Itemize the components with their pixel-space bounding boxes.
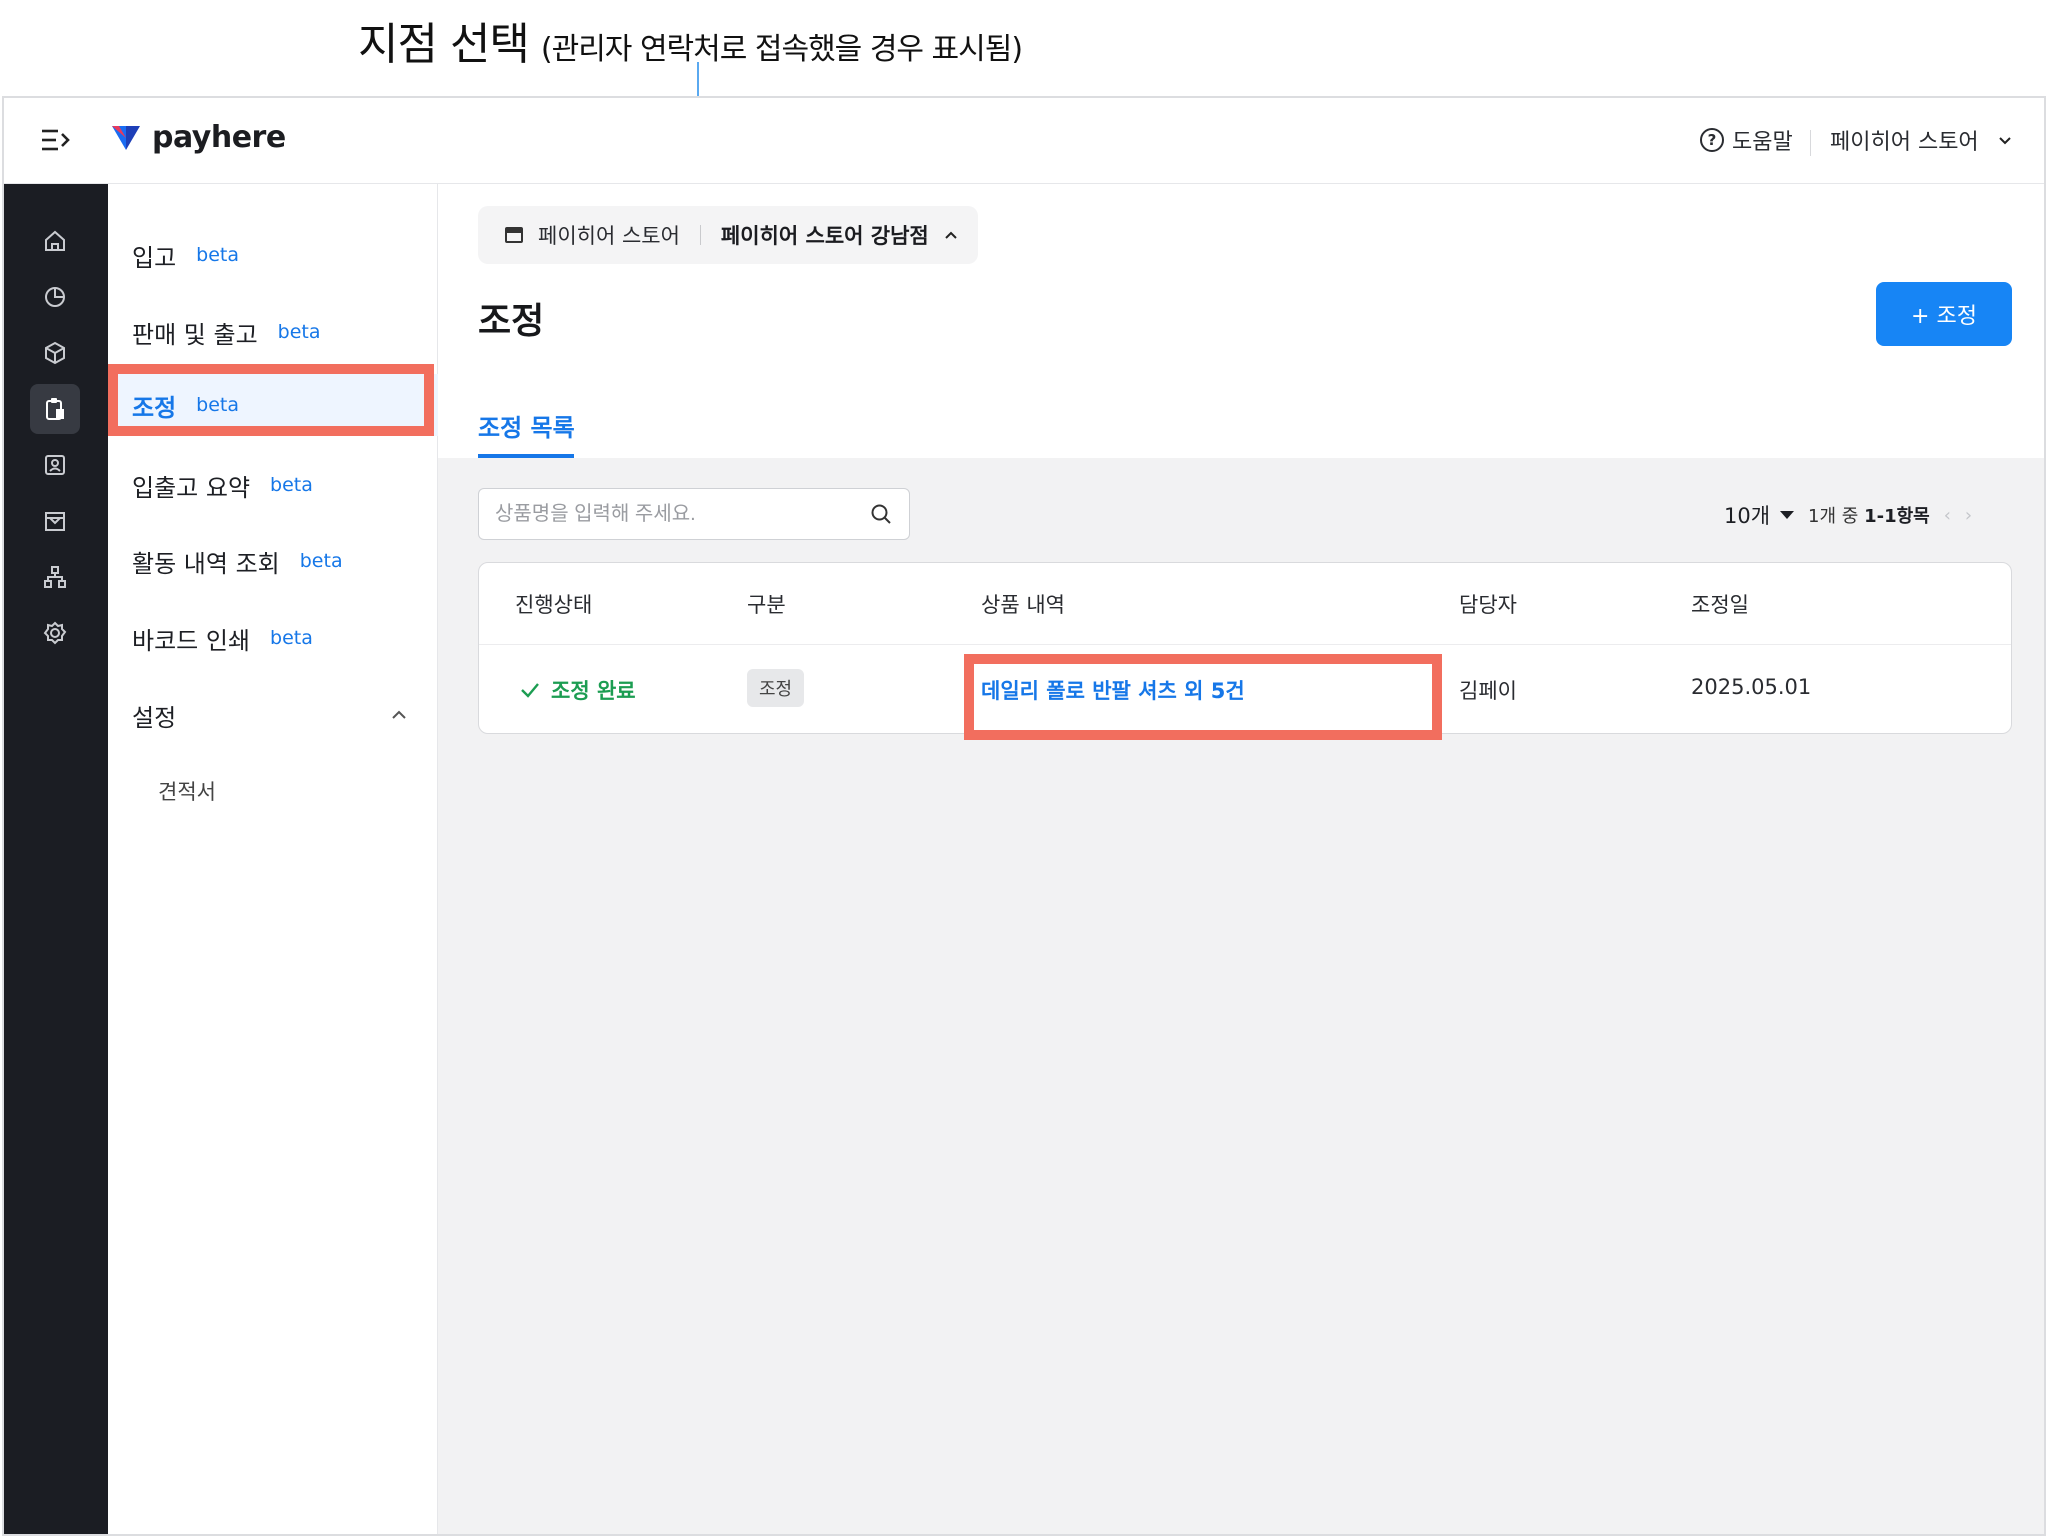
icon-rail — [4, 184, 108, 1534]
status-badge: 조정 완료 — [519, 675, 636, 705]
nav-subitem-estimate[interactable]: 견적서 — [158, 776, 216, 806]
nav-label: 바코드 인쇄 — [132, 626, 251, 655]
tab-underline — [478, 454, 574, 458]
store-icon[interactable] — [30, 496, 80, 546]
store-icon — [505, 227, 523, 243]
header-manager: 담당자 — [1459, 593, 1517, 617]
chart-icon[interactable] — [30, 272, 80, 322]
search-input[interactable] — [495, 502, 869, 526]
search-icon[interactable] — [869, 502, 893, 526]
nav-label: 활동 내역 조회 — [132, 549, 280, 578]
main-content: 페이히어 스토어 페이히어 스토어 강남점 조정 + 조정 조정 목록 10개 — [438, 184, 2044, 1534]
chevron-up-icon — [392, 710, 406, 719]
branch-selector[interactable]: 페이히어 스토어 페이히어 스토어 강남점 — [478, 206, 978, 264]
pagination-range: 1개 중 1-1항목 — [1808, 502, 1930, 528]
nav-item-activity[interactable]: 활동 내역 조회 beta — [108, 530, 438, 592]
main-header: 페이히어 스토어 페이히어 스토어 강남점 조정 + 조정 조정 목록 — [438, 184, 2044, 458]
page-title: 조정 — [478, 301, 545, 342]
store-menu-button[interactable]: 페이히어 스토어 — [1830, 124, 2013, 156]
clipboard-icon[interactable] — [30, 384, 80, 434]
gear-icon[interactable] — [30, 608, 80, 658]
status-text: 조정 완료 — [551, 679, 636, 703]
caret-down-icon — [1780, 511, 1795, 519]
nav-item-summary[interactable]: 입출고 요약 beta — [108, 454, 438, 516]
home-icon[interactable] — [30, 216, 80, 266]
payhere-logo[interactable]: payhere — [110, 120, 286, 155]
help-label: 도움말 — [1732, 130, 1793, 155]
prev-page-icon[interactable]: ‹ — [1944, 505, 1951, 526]
adjustment-date: 2025.05.01 — [1691, 675, 1812, 699]
page-size-value: 10개 — [1724, 504, 1771, 528]
check-icon — [521, 683, 539, 698]
annotation-main: 지점 선택 — [358, 19, 530, 70]
breadcrumb-store: 페이히어 스토어 — [538, 224, 680, 248]
annotation-title: 지점 선택 (관리자 연락처로 접속했을 경우 표시됨) — [358, 8, 1023, 70]
search-box — [478, 488, 910, 540]
app-window: payhere ? 도움말 페이히어 스토어 입고 beta 판매 및 출고 b… — [2, 96, 2046, 1536]
add-adjustment-button[interactable]: + 조정 — [1876, 282, 2012, 346]
top-divider — [1810, 130, 1811, 156]
nav-item-barcode[interactable]: 바코드 인쇄 beta — [108, 607, 438, 669]
store-label: 페이히어 스토어 — [1830, 130, 1979, 155]
table-header: 진행상태 구분 상품 내역 담당자 조정일 — [479, 563, 2011, 645]
nav-label: 입출고 요약 — [132, 473, 251, 502]
help-button[interactable]: ? 도움말 — [1700, 124, 1793, 156]
header-status: 진행상태 — [515, 593, 593, 617]
contact-icon[interactable] — [30, 440, 80, 490]
tab-adjustment-list[interactable]: 조정 목록 — [478, 408, 575, 443]
breadcrumb-branch: 페이히어 스토어 강남점 — [720, 224, 929, 248]
page-size-select[interactable]: 10개 — [1724, 500, 1795, 530]
menu-toggle-icon[interactable] — [40, 126, 72, 154]
nav-item-settings[interactable]: 설정 — [108, 684, 438, 746]
top-bar: payhere ? 도움말 페이히어 스토어 — [4, 98, 2044, 184]
logo-text: payhere — [152, 120, 286, 155]
nav-label: 판매 및 출고 — [132, 320, 258, 349]
header-date: 조정일 — [1691, 593, 1749, 617]
beta-badge: beta — [270, 627, 313, 649]
breadcrumb-separator — [699, 225, 701, 245]
org-icon[interactable] — [30, 552, 80, 602]
beta-badge: beta — [270, 474, 313, 496]
type-tag: 조정 — [747, 669, 805, 707]
nav-label: 입고 — [132, 243, 177, 272]
highlight-box-nav — [108, 364, 434, 436]
range-prefix: 1개 중 — [1808, 506, 1859, 527]
chevron-up-icon — [945, 231, 957, 239]
box-icon[interactable] — [30, 328, 80, 378]
pagination-controls: 10개 1개 중 1-1항목 ‹ › — [1724, 500, 1972, 530]
manager-name: 김페이 — [1459, 679, 1517, 703]
next-page-icon[interactable]: › — [1965, 505, 1972, 526]
nav-item-inbound[interactable]: 입고 beta — [108, 224, 438, 286]
logo-mark-icon — [112, 125, 140, 150]
question-icon: ? — [1700, 128, 1724, 152]
chevron-down-icon — [1998, 137, 2011, 145]
nav-label: 설정 — [132, 703, 177, 732]
range-value: 1-1항목 — [1864, 506, 1930, 527]
beta-badge: beta — [299, 550, 343, 572]
header-type: 구분 — [747, 593, 786, 617]
nav-item-sales-outbound[interactable]: 판매 및 출고 beta — [108, 301, 438, 363]
header-product: 상품 내역 — [981, 593, 1065, 617]
beta-badge: beta — [196, 244, 240, 266]
annotation-subtitle: (관리자 연락처로 접속했을 경우 표시됨) — [540, 32, 1023, 67]
highlight-box-product — [964, 654, 1442, 740]
beta-badge: beta — [277, 321, 321, 343]
